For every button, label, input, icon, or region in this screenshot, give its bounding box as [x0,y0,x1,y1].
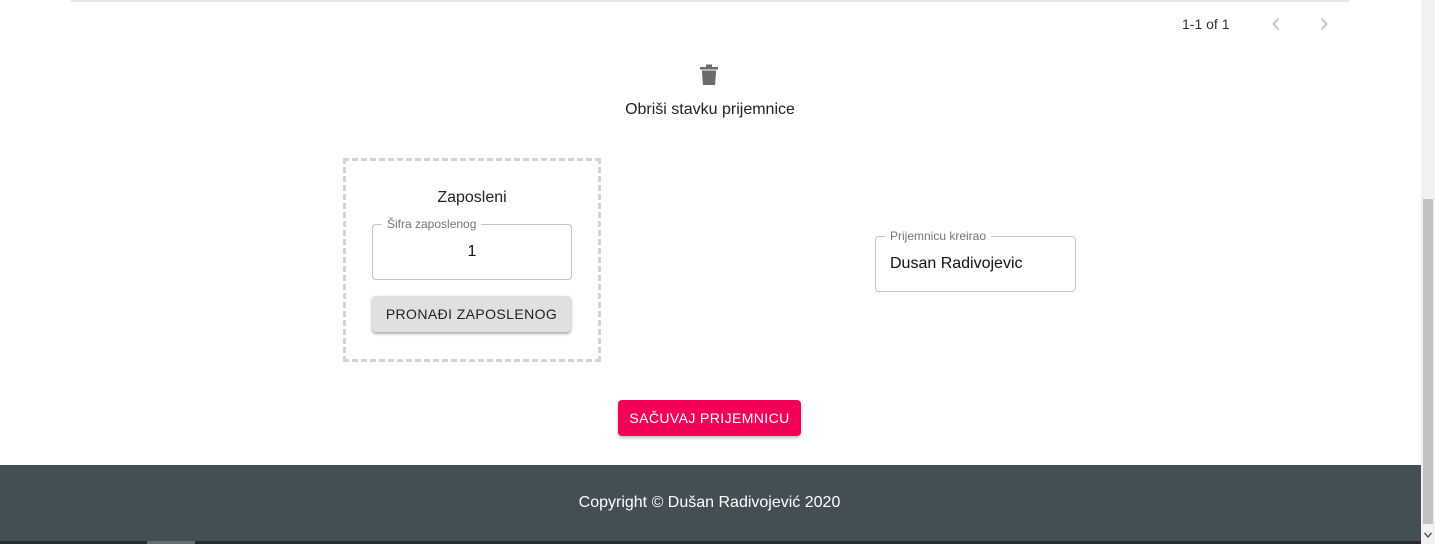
created-by-input[interactable] [876,237,1075,291]
scroll-down-arrow-icon [1424,532,1432,538]
vertical-scrollbar[interactable] [1421,0,1435,544]
find-employee-button[interactable]: PRONAĐI ZAPOSLENOG [372,296,571,332]
pagination-range: 1-1 of 1 [1182,16,1230,32]
table-bottom-edge [71,0,1349,2]
footer: Copyright © Dušan Radivojević 2020 [0,465,1421,541]
footer-copyright: Copyright © Dušan Radivojević 2020 [578,494,841,511]
trash-icon[interactable] [699,64,719,86]
created-by-field: Prijemnicu kreirao [875,229,1076,292]
scroll-down-button[interactable] [1421,528,1435,542]
page: 1-1 of 1 Obriši stavku prijemnice Zaposl… [0,0,1435,544]
employee-id-input[interactable] [373,225,571,279]
employee-id-field: Šifra zaposlenog [372,217,572,280]
delete-item-label: Obriši stavku prijemnice [625,101,795,118]
employee-panel-title: Zaposleni [437,189,507,206]
employee-panel: Zaposleni Šifra zaposlenog PRONAĐI ZAPOS… [343,158,601,362]
chevron-right-icon [1320,17,1328,31]
scrollbar-thumb[interactable] [1423,199,1433,524]
next-page-button[interactable] [1314,14,1334,34]
previous-page-button[interactable] [1266,14,1286,34]
save-receipt-button[interactable]: SAČUVAJ PRIJEMNICU [618,400,801,436]
chevron-left-icon [1272,17,1280,31]
